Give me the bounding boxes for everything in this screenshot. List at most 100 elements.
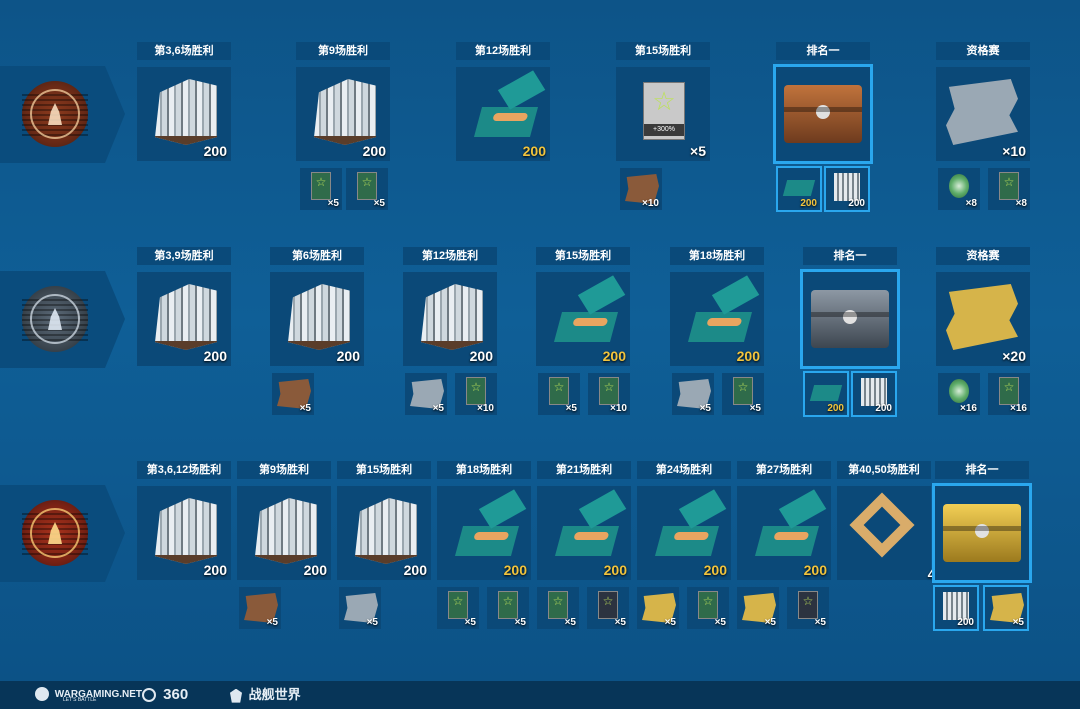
tier-3-reward-6-extra-1[interactable]: ×5	[637, 587, 679, 629]
tier-1-reward-6-extra-1[interactable]: ×8	[938, 168, 980, 210]
tier-2-reward-5-extra-2[interactable]: ☆ ×5	[722, 373, 764, 415]
tier-2-reward-2-card[interactable]: 200	[270, 272, 364, 366]
tier-1-reward-3-label: 第12场胜利	[456, 42, 550, 60]
tier-3-reward-4-card[interactable]: 200	[437, 486, 531, 580]
tier-3-reward-7-extra-2[interactable]: ☆ ×5	[787, 587, 829, 629]
reward-quantity: 200	[602, 348, 626, 364]
extra-quantity: ×5	[327, 198, 339, 209]
tier-1-reward-2-card[interactable]: 200	[296, 67, 390, 161]
star-icon: ☆	[702, 594, 714, 608]
tier-2-reward-4-extra-1[interactable]: ☆ ×5	[538, 373, 580, 415]
camouflage-icon	[946, 284, 1018, 350]
reward-chest-icon	[784, 85, 862, 143]
tier-2-reward-1-card[interactable]: 200	[137, 272, 231, 366]
tier-2-reward-7-extra-1[interactable]: ×16	[938, 373, 980, 415]
tier-3-reward-2-card[interactable]: 200	[237, 486, 331, 580]
supply-box-icon	[654, 526, 720, 556]
tier-3-reward-6-card[interactable]: 200	[637, 486, 731, 580]
tier-1-reward-1-card[interactable]: 200	[137, 67, 231, 161]
tier-2-reward-5-card[interactable]: 200	[670, 272, 764, 366]
boost-card-icon: ☆	[549, 377, 569, 405]
tier-3-reward-6-extra-2[interactable]: ☆ ×5	[687, 587, 729, 629]
tier-3-reward-3-card[interactable]: 200	[337, 486, 431, 580]
wargaming-icon	[35, 687, 49, 702]
tier-1-reward-2-extra-2[interactable]: ☆ ×5	[346, 168, 388, 210]
tier-2-reward-6-extra-2[interactable]: 200	[851, 371, 897, 417]
tier-3-reward-7-extra-1[interactable]: ×5	[737, 587, 779, 629]
tier-2-reward-7-extra-2[interactable]: ☆ ×16	[988, 373, 1030, 415]
tier-2-reward-3-extra-1[interactable]: ×5	[405, 373, 447, 415]
supply-box-icon	[754, 526, 820, 556]
tier-2-reward-7-card[interactable]: ×20	[936, 272, 1030, 366]
steel-icon	[155, 284, 217, 350]
tier-2-reward-6-card[interactable]	[800, 269, 900, 369]
tier-1-reward-5-card[interactable]	[773, 64, 873, 164]
lock-icon	[816, 105, 830, 119]
supply-box-icon	[553, 312, 619, 342]
tier-3-reward-5-card[interactable]: 200	[537, 486, 631, 580]
reward-chest-icon	[943, 504, 1021, 562]
extra-quantity: ×5	[714, 617, 726, 628]
tier-3-reward-2-extra-1[interactable]: ×5	[239, 587, 281, 629]
tier-3-reward-1-card[interactable]: 200	[137, 486, 231, 580]
tier-1-reward-4-card[interactable]: ☆ +300% ×5	[616, 67, 710, 161]
extra-quantity: ×5	[432, 403, 444, 414]
lock-icon	[975, 524, 989, 538]
star-icon: ☆	[470, 380, 482, 394]
tier-3-reward-5-extra-1[interactable]: ☆ ×5	[537, 587, 579, 629]
star-icon: ☆	[315, 175, 327, 189]
tier-3-reward-7-card[interactable]: 200	[737, 486, 831, 580]
reward-quantity: 200	[203, 348, 227, 364]
tier-2-reward-3-extra-2[interactable]: ☆ ×10	[455, 373, 497, 415]
tier-1-reward-1-label: 第3,6场胜利	[137, 42, 231, 60]
reward-quantity: ×10	[1002, 143, 1026, 159]
steel-icon	[255, 498, 317, 564]
tier-1-emblem-icon	[22, 81, 88, 147]
tier-1-reward-4-extra-1[interactable]: ×10	[620, 168, 662, 210]
boost-percent-label: +300%	[644, 124, 684, 136]
reward-quantity: ×20	[1002, 348, 1026, 364]
steel-icon	[155, 498, 217, 564]
tier-3-reward-9-extra-2[interactable]: ×5	[983, 585, 1029, 631]
boost-card-icon: ☆	[999, 172, 1019, 200]
tier-1-reward-2-extra-1[interactable]: ☆ ×5	[300, 168, 342, 210]
tier-3-reward-3-extra-1[interactable]: ×5	[339, 587, 381, 629]
tier-3-reward-4-label: 第18场胜利	[437, 461, 531, 479]
tier-1-reward-5-extra-2[interactable]: 200	[824, 166, 870, 212]
tier-2-reward-5-label: 第18场胜利	[670, 247, 764, 265]
tier-2-reward-6-extra-1[interactable]: 200	[803, 371, 849, 417]
boost-card-icon: ☆	[798, 591, 818, 619]
tier-3-reward-7-label: 第27场胜利	[737, 461, 831, 479]
partner-360-logo: 360	[142, 686, 188, 704]
extra-quantity: ×5	[299, 403, 311, 414]
reward-quantity: 200	[362, 143, 386, 159]
supply-box-icon	[809, 385, 843, 401]
extra-quantity: ×5	[373, 198, 385, 209]
supply-box-icon	[687, 312, 753, 342]
tier-1-reward-6-card[interactable]: ×10	[936, 67, 1030, 161]
signal-flag-icon	[949, 174, 969, 198]
extra-quantity: ×16	[1010, 403, 1027, 414]
tier-2-reward-3-label: 第12场胜利	[403, 247, 497, 265]
tier-2-reward-2-extra-1[interactable]: ×5	[272, 373, 314, 415]
extra-quantity: ×5	[664, 617, 676, 628]
tier-2-reward-4-extra-2[interactable]: ☆ ×10	[588, 373, 630, 415]
tier-1-reward-6-extra-2[interactable]: ☆ ×8	[988, 168, 1030, 210]
tier-2-reward-2-label: 第6场胜利	[270, 247, 364, 265]
tier-2-reward-3-card[interactable]: 200	[403, 272, 497, 366]
extra-quantity: ×5	[764, 617, 776, 628]
tier-3-reward-5-extra-2[interactable]: ☆ ×5	[587, 587, 629, 629]
tier-3-reward-4-extra-2[interactable]: ☆ ×5	[487, 587, 529, 629]
tier-2-reward-5-extra-1[interactable]: ×5	[672, 373, 714, 415]
tier-2-reward-4-card[interactable]: 200	[536, 272, 630, 366]
tier-3-reward-4-extra-1[interactable]: ☆ ×5	[437, 587, 479, 629]
star-icon: ☆	[553, 380, 565, 394]
tier-3-reward-9-card[interactable]	[932, 483, 1032, 583]
star-icon: ☆	[652, 86, 676, 116]
tier-3-reward-9-extra-1[interactable]: 200	[933, 585, 979, 631]
tier-1-reward-5-extra-1[interactable]: 200	[776, 166, 822, 212]
tier-3-reward-8-card[interactable]: 400	[837, 486, 951, 582]
steel-icon	[861, 378, 887, 406]
tier-1-reward-3-card[interactable]: 200	[456, 67, 550, 161]
tier-2-reward-7-label: 资格赛	[936, 247, 1030, 265]
